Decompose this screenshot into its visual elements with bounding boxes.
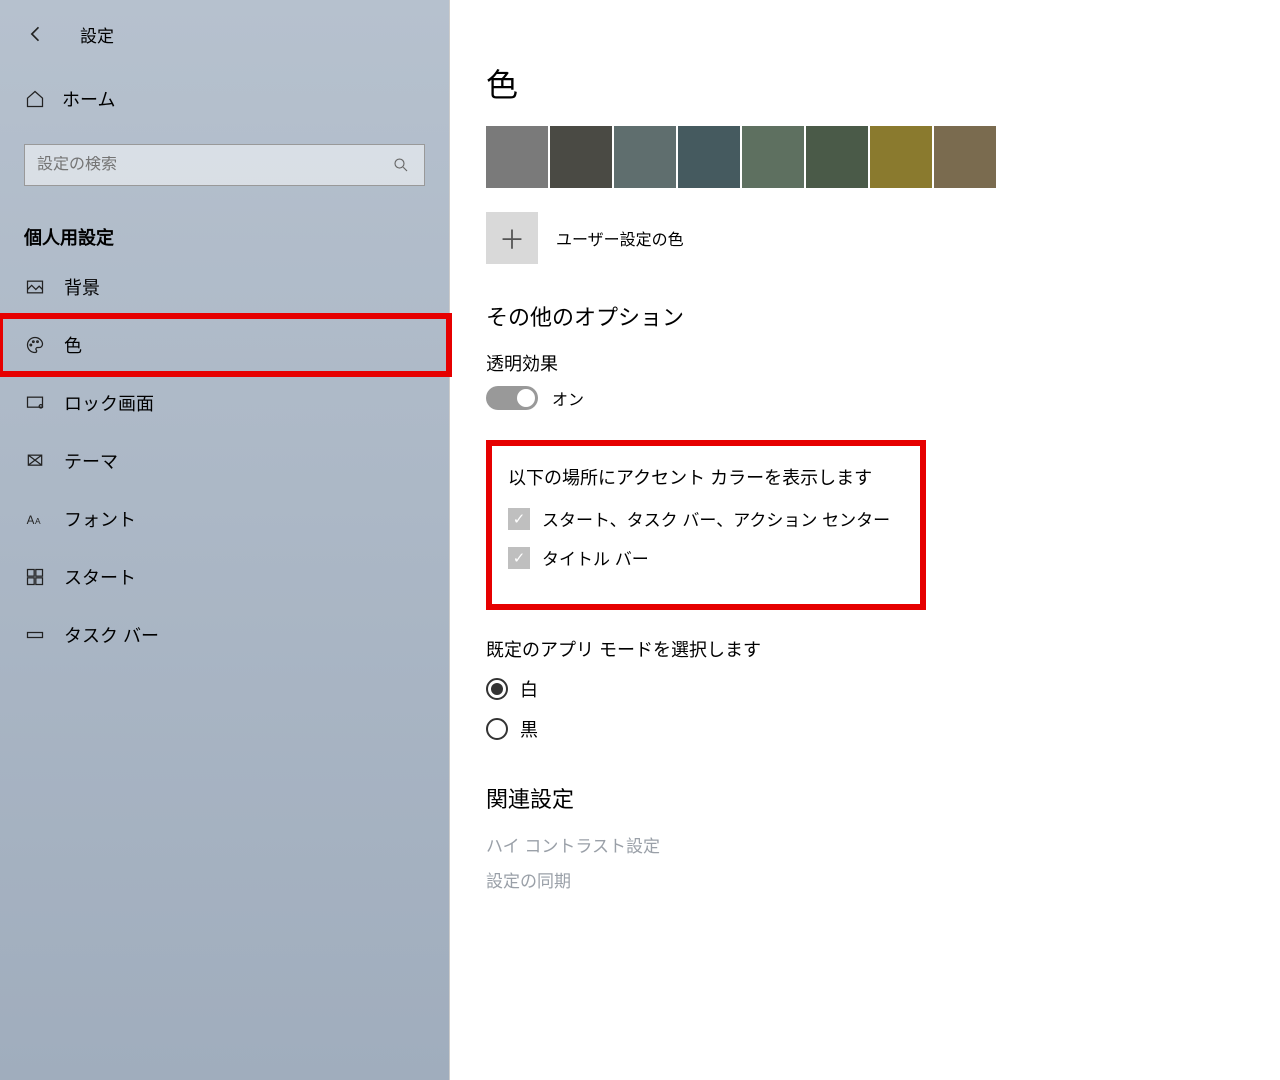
related-links: ハイ コントラスト設定 設定の同期 [486,832,1240,892]
accent-surfaces-group: 以下の場所にアクセント カラーを表示します スタート、タスク バー、アクション … [486,440,926,610]
radio-icon [486,718,508,740]
accent-check-label: タイトル バー [542,545,649,570]
sidebar-item-label: テーマ [64,448,118,474]
radio-label: 白 [520,676,538,702]
arrow-left-icon [25,23,47,45]
sidebar-item-colors[interactable]: 色 [0,316,449,374]
sidebar-item-label: 色 [64,332,82,358]
start-icon [24,566,46,588]
color-swatch[interactable] [614,126,676,188]
transparency-label: 透明効果 [486,350,1240,376]
back-button[interactable] [20,18,52,50]
color-swatch[interactable] [742,126,804,188]
custom-color-row: ＋ ユーザー設定の色 [486,212,1240,264]
sidebar-item-label: 背景 [64,274,100,300]
radio-icon [486,678,508,700]
sidebar-item-themes[interactable]: テーマ [0,432,449,490]
sidebar-item-fonts[interactable]: AA フォント [0,490,449,548]
theme-icon [24,450,46,472]
sidebar-section: 個人用設定 [0,206,449,258]
transparency-toggle[interactable] [486,386,538,410]
search-icon [390,154,412,176]
sidebar-item-lockscreen[interactable]: ロック画面 [0,374,449,432]
main-content: 色 ＋ ユーザー設定の色 その他のオプション 透明効果 オン 以下の場所にアクセ… [450,0,1280,1080]
app-mode-heading: 既定のアプリ モードを選択します [486,636,1240,662]
accent-check-label: スタート、タスク バー、アクション センター [542,506,890,531]
color-swatch[interactable] [870,126,932,188]
related-link-highcontrast[interactable]: ハイ コントラスト設定 [486,832,1240,857]
color-swatch[interactable] [486,126,548,188]
color-swatch[interactable] [550,126,612,188]
taskbar-icon [24,624,46,646]
color-swatch[interactable] [934,126,996,188]
color-swatches [486,126,1240,188]
transparency-state: オン [552,386,584,410]
sidebar-item-taskbar[interactable]: タスク バー [0,606,449,664]
app-mode-white[interactable]: 白 [486,676,1240,702]
accent-heading: 以下の場所にアクセント カラーを表示します [508,464,904,490]
window-title: 設定 [80,22,114,47]
sidebar-item-label: スタート [64,564,136,590]
color-swatch[interactable] [806,126,868,188]
search-box[interactable] [24,144,425,186]
sidebar-item-background[interactable]: 背景 [0,258,449,316]
add-custom-color-button[interactable]: ＋ [486,212,538,264]
checkbox-icon [508,547,530,569]
sidebar-home-label: ホーム [62,86,115,112]
picture-icon [24,276,46,298]
sidebar-home[interactable]: ホーム [0,74,449,124]
custom-color-label: ユーザー設定の色 [556,226,684,250]
related-link-sync[interactable]: 設定の同期 [486,867,1240,892]
sidebar-item-label: フォント [64,506,136,532]
related-heading: 関連設定 [486,782,1240,814]
sidebar: 設定 ホーム 個人用設定 背景 色 ロック画面 テーマ AA フォント スタート [0,0,450,1080]
svg-text:A: A [35,516,41,526]
lockscreen-icon [24,392,46,414]
plus-icon: ＋ [499,220,525,257]
titlebar: 設定 [0,10,449,74]
app-mode-black[interactable]: 黒 [486,716,1240,742]
sidebar-item-label: ロック画面 [64,390,154,416]
svg-text:A: A [27,514,35,527]
sidebar-item-label: タスク バー [64,622,159,648]
home-icon [24,88,46,110]
page-title: 色 [486,60,1240,106]
accent-check-start[interactable]: スタート、タスク バー、アクション センター [508,506,904,531]
color-swatch[interactable] [678,126,740,188]
radio-label: 黒 [520,716,538,742]
accent-check-titlebar[interactable]: タイトル バー [508,545,904,570]
checkbox-icon [508,508,530,530]
font-icon: AA [24,508,46,530]
search-input[interactable] [37,156,390,174]
transparency-toggle-row: オン [486,386,1240,410]
palette-icon [24,334,46,356]
sidebar-item-start[interactable]: スタート [0,548,449,606]
other-options-heading: その他のオプション [486,300,1240,332]
